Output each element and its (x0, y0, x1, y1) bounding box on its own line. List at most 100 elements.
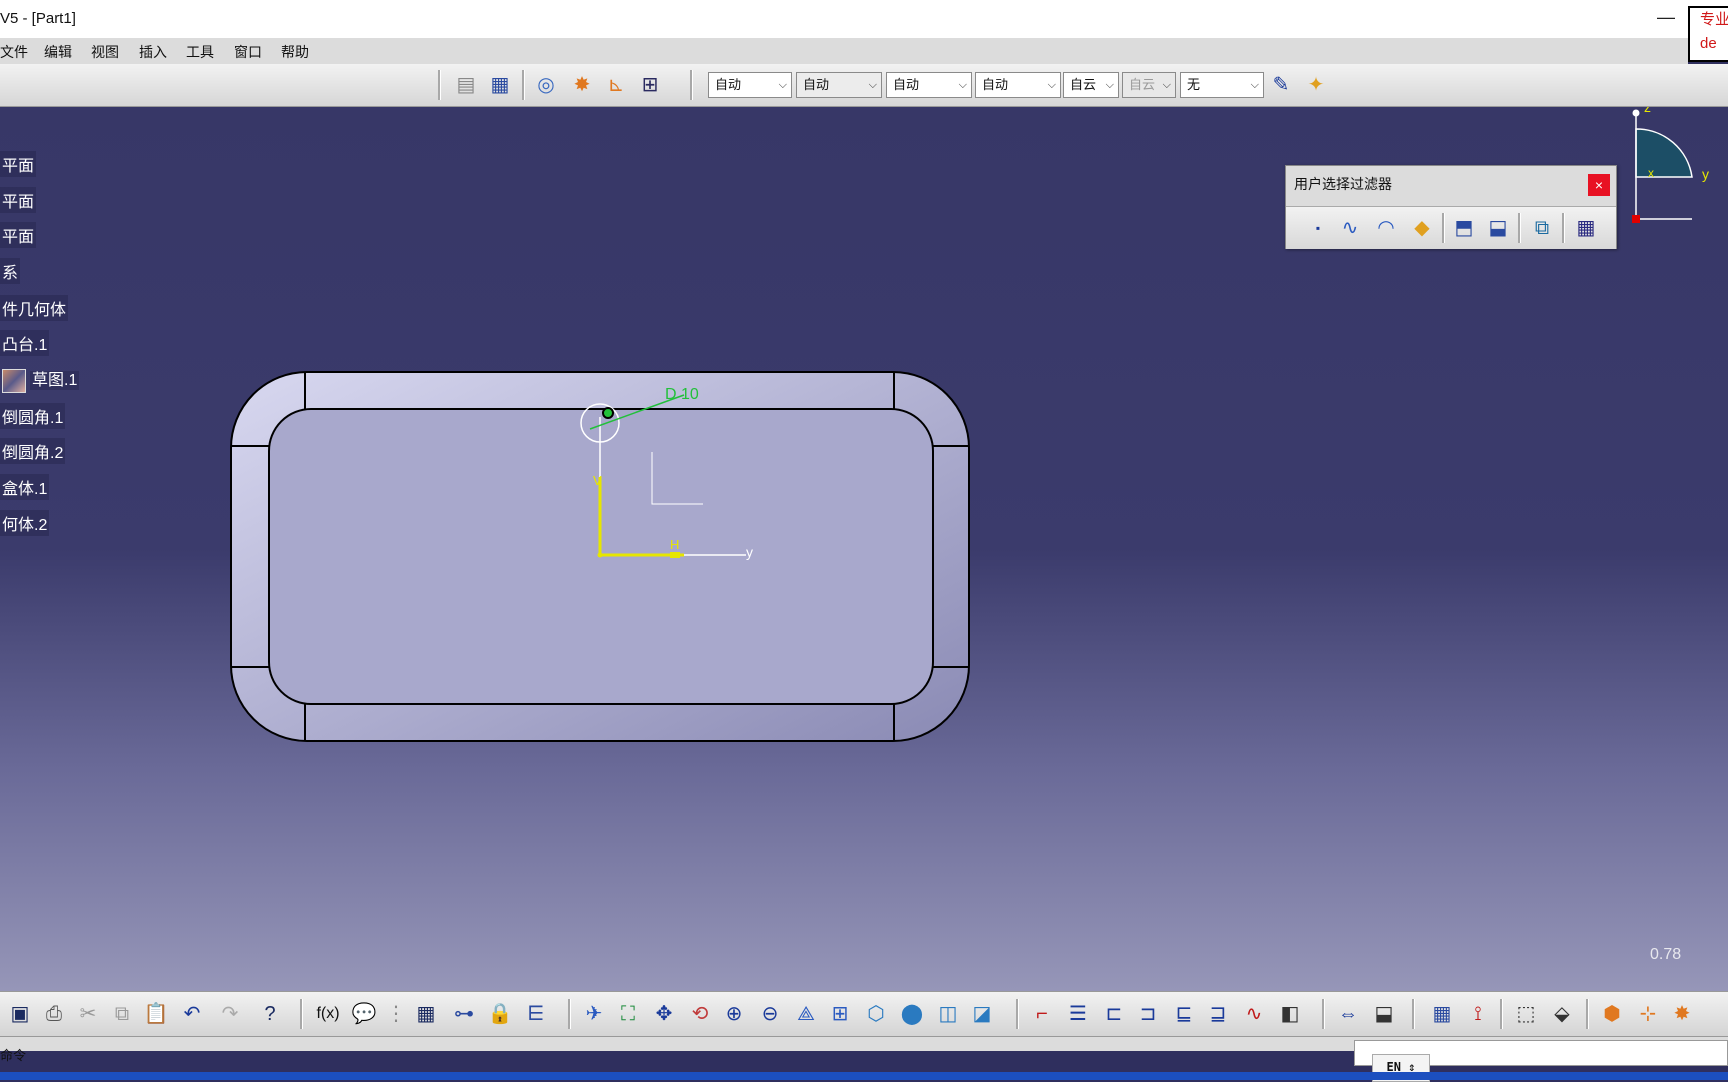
color-combo[interactable]: 自动 ⌵ (708, 72, 792, 98)
formula-icon[interactable]: f(x) (314, 1000, 342, 1028)
parameters-icon[interactable]: ⋿ (522, 1000, 550, 1028)
visualization-icon[interactable]: ◧ (1276, 1000, 1304, 1028)
constraint-icon[interactable]: ⊐ (1134, 1000, 1162, 1028)
dimension-icon[interactable]: ⊞ (636, 71, 664, 99)
fly-mode-icon[interactable]: ✈ (580, 1000, 608, 1028)
lock-icon[interactable]: 🔒 (486, 1000, 514, 1028)
minimize-button[interactable]: — (1652, 6, 1680, 30)
axis-constraint-icon[interactable]: ⊾ (602, 71, 630, 99)
user-selection-filter-panel: 用户选择过滤器 × ▪ ∿ ◠ ◆ ⬒ ⬓ ⧉ ▦ (1285, 165, 1617, 249)
volume-filter-icon[interactable]: ◆ (1408, 214, 1436, 242)
operation-icon[interactable]: ⊑ (1170, 1000, 1198, 1028)
iso-view-icon[interactable]: ⬡ (862, 1000, 890, 1028)
measure-icon[interactable]: ⇔ (1334, 1000, 1362, 1028)
layer-stack-icon[interactable]: ▤ (452, 71, 480, 99)
toolbar-separator (1322, 999, 1325, 1029)
sketch-h-label: H (670, 537, 679, 552)
curve-filter-icon[interactable]: ∿ (1336, 214, 1364, 242)
copy-icon[interactable]: ⧉ (108, 1000, 136, 1028)
dimension-anchor (602, 407, 614, 419)
menu-insert[interactable]: 插入 (139, 42, 167, 62)
point-filter-icon[interactable]: ▪ (1304, 214, 1332, 242)
chevron-down-icon: ⌵ (1105, 79, 1114, 91)
transparency-combo-value: 自动 (803, 77, 830, 92)
swap-space-icon[interactable]: ◪ (968, 1000, 996, 1028)
print-icon[interactable]: ⎙ (40, 1000, 68, 1028)
redo-icon[interactable]: ↷ (216, 1000, 244, 1028)
undo-icon[interactable]: ↶ (178, 1000, 206, 1028)
point-symbol-combo[interactable]: 自云 ⌵ (1063, 72, 1119, 98)
paste-icon[interactable]: 📋 (142, 1000, 170, 1028)
dimension-label[interactable]: D 10 (665, 386, 699, 403)
quick-select-icon[interactable]: ▦ (1572, 214, 1600, 242)
list-icon[interactable]: ☰ (1064, 1000, 1092, 1028)
taskbar (0, 1072, 1728, 1080)
comment-icon[interactable]: 💬 (350, 1000, 378, 1028)
zoom-in-icon[interactable]: ⊕ (720, 1000, 748, 1028)
measure-inertia-icon[interactable]: ⬓ (1370, 1000, 1398, 1028)
menu-file[interactable]: 文件 (0, 42, 28, 62)
menu-window[interactable]: 窗口 (234, 42, 262, 62)
geometry-filter-icon[interactable]: ⬓ (1484, 214, 1512, 242)
sketch-origin-marker (670, 552, 680, 558)
cut-icon[interactable]: ✂ (74, 1000, 102, 1028)
compass-origin (1632, 215, 1640, 223)
chevron-down-icon: ⌵ (1250, 79, 1259, 91)
layer-combo[interactable]: 无 ⌵ (1180, 72, 1264, 98)
compass-z-label: z (1644, 107, 1651, 115)
format-painter-icon[interactable]: ✎ (1267, 71, 1295, 99)
hide-show-icon[interactable]: ◫ (934, 1000, 962, 1028)
menu-edit[interactable]: 编辑 (44, 42, 72, 62)
tree-structure-icon[interactable]: ⊶ (450, 1000, 478, 1028)
menu-view[interactable]: 视图 (91, 42, 119, 62)
save-icon[interactable]: ▣ (6, 1000, 34, 1028)
grid-icon[interactable]: ▦ (486, 71, 514, 99)
line-weight-combo[interactable]: 自动 ⌵ (886, 72, 972, 98)
surface-filter-icon[interactable]: ◠ (1372, 214, 1400, 242)
profile-icon[interactable]: ⊏ (1100, 1000, 1128, 1028)
sketch-tools-icon[interactable]: ✸ (568, 71, 596, 99)
apply-material-icon[interactable]: ⬚ (1512, 1000, 1540, 1028)
shading-icon[interactable]: ⬤ (898, 1000, 926, 1028)
line-weight-combo-value: 自动 (893, 77, 920, 92)
feature-filter-icon[interactable]: ⬒ (1450, 214, 1478, 242)
compass-widget[interactable]: z y x (1610, 107, 1728, 237)
catalog-icon[interactable]: ⬙ (1548, 1000, 1576, 1028)
close-button[interactable]: × (1588, 174, 1610, 196)
multi-view-icon[interactable]: ⊞ (826, 1000, 854, 1028)
analysis-icon[interactable]: ⊒ (1204, 1000, 1232, 1028)
pan-icon[interactable]: ✥ (650, 1000, 678, 1028)
sketcher-icon[interactable]: ⌐ (1028, 1000, 1056, 1028)
toolbar-separator (1518, 213, 1521, 243)
toolbar-separator (1442, 213, 1445, 243)
wave-icon[interactable]: ∿ (1240, 1000, 1268, 1028)
graphic-properties-toolbar: ▤ ▦ ◎ ✸ ⊾ ⊞ 自动 ⌵ 自动 ⌵ 自动 ⌵ 自动 ⌵ 自云 ⌵ 自云 ⌵ 无 ⌵ ✎… (0, 64, 1728, 107)
line-type-combo-value: 自动 (982, 77, 1009, 92)
knowledge-icon[interactable]: ⋮ (382, 1000, 410, 1028)
help-icon[interactable]: ? (256, 1000, 284, 1028)
normal-view-icon[interactable]: ⟁ (792, 1000, 820, 1028)
table-icon[interactable]: ▦ (412, 1000, 440, 1028)
toolbar-separator (438, 70, 441, 100)
line-type-combo[interactable]: 自动 ⌵ (975, 72, 1061, 98)
properties-icon[interactable]: ✦ (1302, 71, 1330, 99)
title-bar: V5 - [Part1] — (0, 0, 1728, 38)
render-icon[interactable]: ⬢ (1598, 1000, 1626, 1028)
snap-icon[interactable]: ⟟ (1464, 1000, 1492, 1028)
menu-tools[interactable]: 工具 (186, 42, 214, 62)
snap-curve-icon[interactable]: ◎ (532, 71, 560, 99)
intersection-filter-icon[interactable]: ⧉ (1528, 214, 1556, 242)
filter-panel-title: 用户选择过滤器 (1294, 176, 1392, 192)
transparency-combo[interactable]: 自动 ⌵ (796, 72, 882, 98)
rotate-icon[interactable]: ⟲ (686, 1000, 714, 1028)
zoom-out-icon[interactable]: ⊖ (756, 1000, 784, 1028)
grid-icon[interactable]: ▦ (1428, 1000, 1456, 1028)
toolbar-separator (1412, 999, 1415, 1029)
render-style-combo[interactable]: 自云 ⌵ (1122, 72, 1176, 98)
toolbar-separator (522, 70, 525, 100)
sketch-tools-icon[interactable]: ✸ (1668, 1000, 1696, 1028)
chevron-down-icon: ⌵ (1162, 79, 1171, 91)
menu-help[interactable]: 帮助 (281, 42, 309, 62)
constraint-display-icon[interactable]: ⊹ (1634, 1000, 1662, 1028)
fit-all-icon[interactable]: ⛶ (614, 1000, 642, 1028)
